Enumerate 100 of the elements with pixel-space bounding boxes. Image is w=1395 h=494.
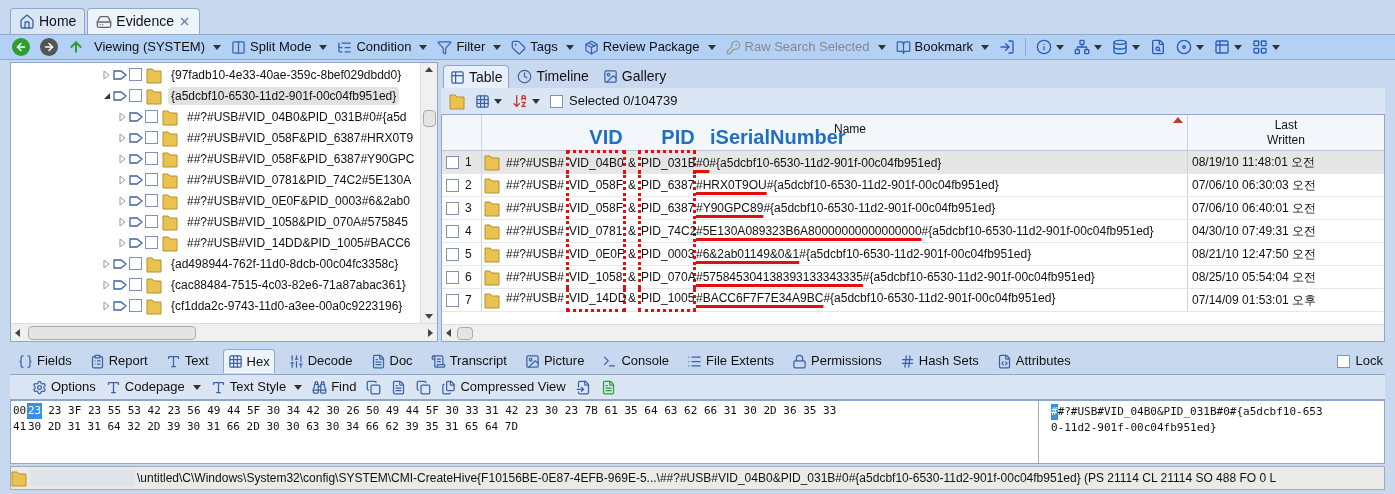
toolbar-icon[interactable]	[1036, 39, 1053, 55]
tree-item[interactable]: {cf1dda2c-9743-11d0-a3ee-00a0c9223196}	[168, 296, 406, 315]
tree-item[interactable]: {97fadb10-4e33-40ae-359c-8bef029dbdd0}	[168, 65, 405, 84]
toolbar-button[interactable]: Compressed View	[441, 377, 566, 397]
toolbar-button[interactable]: Text Style	[210, 377, 303, 397]
panel-tab[interactable]: Permissions	[788, 349, 886, 373]
checkbox[interactable]	[446, 201, 459, 215]
panel-tab[interactable]: Transcript	[426, 349, 511, 373]
checkbox[interactable]	[446, 247, 459, 261]
tree-item[interactable]: ##?#USB#VID_1058&PID_070A#575845	[184, 212, 411, 231]
view-tab[interactable]: Gallery	[596, 65, 673, 88]
table-row[interactable]: 4 ##?#USB# VID_0781 & PID_74C2#5E130A089323B6A80000000000000000#{a5dcbf10-6530-11d2-901f-00c04fb951ed} 04/30/10 07:49:31 오전	[442, 220, 1384, 243]
tree-item[interactable]: ##?#USB#VID_058F&PID_6387#Y90GPC	[184, 149, 418, 168]
checkbox[interactable]	[145, 110, 158, 123]
table-row[interactable]: 6 ##?#USB# VID_1058 & PID_070A#575845304138393133343335#{a5dcbf10-6530-11d2-901f-00c04fb951ed} 08/25/10 05:54:04 오전	[442, 266, 1384, 289]
checkbox[interactable]	[129, 278, 142, 291]
toolbar-button[interactable]: Tags	[511, 37, 574, 57]
toolbar-button[interactable]: Bookmark	[895, 37, 990, 57]
table-row[interactable]: 2 ##?#USB# VID_058F & PID_6387#HRX0T9OU#{a5dcbf10-6530-11d2-901f-00c04fb951ed} 07/06/10 06:30:03 오전	[442, 174, 1384, 197]
toolbar-button[interactable]: Find	[312, 377, 357, 397]
checkbox[interactable]	[446, 270, 459, 284]
toolbar-button[interactable]: Review Package	[583, 37, 716, 57]
toolbar-button[interactable]: Codepage	[105, 377, 201, 397]
checkbox[interactable]	[446, 155, 459, 169]
panel-tab[interactable]: Text	[161, 349, 213, 373]
checkbox[interactable]	[145, 194, 158, 207]
toolbar-icon[interactable]	[575, 379, 591, 395]
toolbar-button[interactable]: Options	[32, 377, 96, 397]
scroll-right-icon[interactable]	[428, 328, 433, 337]
table-row[interactable]: 3 ##?#USB# VID_058F & PID_6387#Y90GPC89#{a5dcbf10-6530-11d2-901f-00c04fb951ed} 07/06/10 06:40:01 오전	[442, 197, 1384, 220]
panel-tab[interactable]: Attributes	[992, 349, 1075, 373]
checkbox[interactable]	[145, 131, 158, 144]
checkbox[interactable]	[145, 215, 158, 228]
horizontal-scrollbar[interactable]	[442, 324, 1384, 341]
columns-icon[interactable]	[475, 93, 490, 109]
tree-item[interactable]: ##?#USB#VID_0E0F&PID_0003#6&2ab0	[184, 191, 413, 210]
view-tab[interactable]: Table	[443, 65, 510, 88]
tree-item[interactable]: {ad498944-762f-11d0-8dcb-00c04fc3358c}	[168, 254, 402, 273]
tree-item[interactable]: ##?#USB#VID_14DD&PID_1005#BACC6	[184, 233, 414, 252]
checkbox[interactable]	[550, 94, 563, 108]
toolbar-icon[interactable]	[416, 379, 432, 395]
toolbar-icon[interactable]	[1176, 39, 1193, 55]
checkbox[interactable]	[129, 257, 142, 270]
checkbox[interactable]	[145, 173, 158, 186]
panel-tab[interactable]: Hash Sets	[895, 349, 983, 373]
table-row[interactable]: 5 ##?#USB# VID_0E0F & PID_0003#6&2ab01149&0&1#{a5dcbf10-6530-11d2-901f-00c04fb951ed} 08/21/10 12:47:50 오전	[442, 243, 1384, 266]
tree-item[interactable]: ##?#USB#VID_058F&PID_6387#HRX0T9	[184, 128, 417, 147]
scroll-thumb[interactable]	[422, 109, 436, 127]
toolbar-icon[interactable]	[1252, 39, 1269, 55]
tab[interactable]: Home	[10, 8, 86, 34]
forward-icon[interactable]	[40, 38, 58, 56]
expander-icon[interactable]	[103, 91, 111, 100]
export-icon[interactable]	[999, 39, 1016, 55]
column-header[interactable]: Last Written	[1256, 117, 1316, 148]
checkbox[interactable]	[129, 299, 142, 312]
panel-tab[interactable]: Console	[598, 349, 674, 373]
toolbar-icon[interactable]	[1150, 39, 1167, 55]
toolbar-icon[interactable]	[391, 379, 407, 395]
tree-item[interactable]: {a5dcbf10-6530-11d2-901f-00c04fb951ed}	[168, 86, 400, 105]
checkbox[interactable]	[446, 293, 459, 307]
toolbar-button[interactable]: Split Mode	[231, 37, 328, 57]
toolbar-icon[interactable]	[1112, 39, 1129, 55]
scroll-thumb[interactable]	[457, 326, 473, 340]
toolbar-button[interactable]: Viewing (SYSTEM)	[94, 37, 221, 57]
checkbox[interactable]	[145, 152, 158, 165]
tab[interactable]: Evidence	[87, 8, 200, 34]
tree-item[interactable]: {cac88484-7515-4c03-82e6-71a87abac361}	[168, 275, 409, 294]
scroll-left-icon[interactable]	[446, 329, 451, 337]
panel-tab[interactable]: Hex	[222, 349, 275, 373]
toolbar-icon[interactable]	[1074, 39, 1091, 55]
toolbar-button[interactable]: Condition	[337, 37, 428, 57]
checkbox[interactable]	[129, 89, 142, 102]
panel-tab[interactable]: Picture	[520, 349, 589, 373]
toolbar-button[interactable]: Filter	[437, 37, 502, 57]
scroll-thumb[interactable]	[28, 325, 196, 340]
panel-tab[interactable]: Report	[85, 349, 152, 373]
scroll-up-icon[interactable]	[425, 67, 433, 72]
sort-icon[interactable]	[512, 93, 528, 109]
scroll-left-icon[interactable]	[15, 328, 20, 337]
panel-tab[interactable]: Decode	[284, 349, 357, 373]
view-tab[interactable]: Timeline	[511, 65, 595, 88]
table-row[interactable]: 7 ##?#USB# VID_14DD& PID_1005#BACC6F7F7E34A9BC#{a5dcbf10-6530-11d2-901f-00c04fb951ed} 07/14/09 01:53:01 오후	[442, 289, 1384, 312]
horizontal-scrollbar[interactable]	[11, 323, 437, 341]
panel-tab[interactable]: Fields	[14, 349, 76, 373]
tree-item[interactable]: ##?#USB#VID_04B0&PID_031B#0#{a5d	[184, 107, 410, 126]
checkbox[interactable]	[446, 224, 459, 238]
scroll-down-icon[interactable]	[425, 314, 433, 319]
checkbox[interactable]	[446, 178, 459, 192]
back-icon[interactable]	[12, 38, 30, 56]
copy-icon[interactable]	[366, 379, 382, 395]
table-row[interactable]: 1 ##?#USB# VID_04B0 & PID_031B#0#{a5dcbf10-6530-11d2-901f-00c04fb951ed} 08/19/10 11:48:01 오전	[442, 151, 1384, 174]
tree-item[interactable]: ##?#USB#VID_0781&PID_74C2#5E130A	[184, 170, 415, 189]
checkbox[interactable]	[145, 236, 158, 249]
vertical-scrollbar[interactable]	[420, 63, 437, 323]
panel-tab[interactable]: File Extents	[683, 349, 779, 373]
toolbar-icon[interactable]	[600, 379, 616, 395]
checkbox[interactable]	[1336, 354, 1350, 368]
checkbox[interactable]	[129, 68, 142, 81]
toolbar-icon[interactable]	[1214, 39, 1231, 55]
panel-tab[interactable]: Doc	[366, 349, 417, 373]
